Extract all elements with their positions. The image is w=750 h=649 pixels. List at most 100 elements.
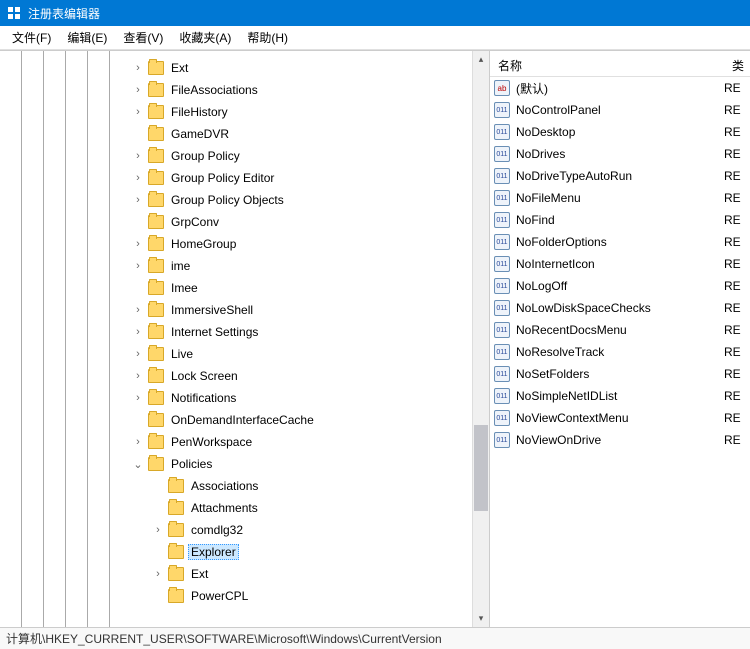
tree-label[interactable]: GrpConv <box>168 214 222 230</box>
tree-label[interactable]: Internet Settings <box>168 324 261 340</box>
tree-node[interactable]: › Lock Screen <box>110 365 489 387</box>
tree-label[interactable]: Notifications <box>168 390 239 406</box>
menu-edit[interactable]: 编辑(E) <box>59 27 115 48</box>
tree-node[interactable]: › ImmersiveShell <box>110 299 489 321</box>
tree-node[interactable]: ⌄ Policies <box>110 453 489 475</box>
folder-icon <box>168 567 184 581</box>
menu-help[interactable]: 帮助(H) <box>239 27 296 48</box>
scroll-thumb[interactable] <box>474 425 488 511</box>
chevron-right-icon[interactable]: › <box>130 238 146 250</box>
tree-label[interactable]: PowerCPL <box>188 588 251 604</box>
chevron-right-icon[interactable]: › <box>130 348 146 360</box>
tree-node[interactable]: Explorer <box>110 541 489 563</box>
menu-file[interactable]: 文件(F) <box>4 27 59 48</box>
tree-label[interactable]: Ext <box>168 60 191 76</box>
tree-node[interactable]: › Internet Settings <box>110 321 489 343</box>
tree-label[interactable]: Group Policy Editor <box>168 170 277 186</box>
tree-label[interactable]: Group Policy Objects <box>168 192 287 208</box>
tree-label[interactable]: Lock Screen <box>168 368 241 384</box>
tree-scrollbar[interactable]: ▴ ▾ <box>472 51 489 627</box>
tree-label[interactable]: Group Policy <box>168 148 243 164</box>
chevron-right-icon[interactable]: › <box>130 392 146 404</box>
tree-node[interactable]: › Live <box>110 343 489 365</box>
value-row[interactable]: 011NoSetFoldersRE <box>490 363 750 385</box>
chevron-right-icon[interactable]: › <box>130 106 146 118</box>
tree-node[interactable]: › Group Policy Objects <box>110 189 489 211</box>
value-row[interactable]: 011NoLogOffRE <box>490 275 750 297</box>
chevron-down-icon[interactable]: ⌄ <box>130 458 146 471</box>
tree-node[interactable]: › Ext <box>110 57 489 79</box>
tree-node[interactable]: › Group Policy Editor <box>110 167 489 189</box>
tree-label[interactable]: Policies <box>168 456 215 472</box>
tree-scroll-area[interactable]: › Ext › FileAssociations › FileHistory GameDVR… <box>110 51 489 627</box>
tree-label[interactable]: comdlg32 <box>188 522 246 538</box>
chevron-right-icon[interactable]: › <box>130 84 146 96</box>
tree-label[interactable]: Ext <box>188 566 211 582</box>
chevron-right-icon[interactable]: › <box>150 524 166 536</box>
tree-label[interactable]: ImmersiveShell <box>168 302 256 318</box>
chevron-right-icon[interactable]: › <box>130 304 146 316</box>
tree-node[interactable]: Imee <box>110 277 489 299</box>
tree-label[interactable]: GameDVR <box>168 126 232 142</box>
menu-view[interactable]: 查看(V) <box>115 27 171 48</box>
value-row[interactable]: 011NoDrivesRE <box>490 143 750 165</box>
tree-node[interactable]: PowerCPL <box>110 585 489 607</box>
value-name: NoDriveTypeAutoRun <box>516 169 724 183</box>
tree-label[interactable]: ime <box>168 258 193 274</box>
tree-label[interactable]: Associations <box>188 478 261 494</box>
value-row[interactable]: 011NoViewOnDriveRE <box>490 429 750 451</box>
tree-label[interactable]: Live <box>168 346 196 362</box>
value-type: RE <box>724 81 750 95</box>
tree-node[interactable]: Attachments <box>110 497 489 519</box>
chevron-right-icon[interactable]: › <box>130 172 146 184</box>
value-row[interactable]: 011NoControlPanelRE <box>490 99 750 121</box>
column-header-name[interactable]: 名称 <box>490 55 724 76</box>
value-row[interactable]: 011NoDesktopRE <box>490 121 750 143</box>
tree-node[interactable]: Associations <box>110 475 489 497</box>
column-header-type[interactable]: 类 <box>724 55 750 76</box>
chevron-right-icon[interactable]: › <box>130 194 146 206</box>
chevron-right-icon[interactable]: › <box>150 568 166 580</box>
value-row[interactable]: 011NoViewContextMenuRE <box>490 407 750 429</box>
value-row[interactable]: 011NoResolveTrackRE <box>490 341 750 363</box>
value-type: RE <box>724 389 750 403</box>
tree-node[interactable]: › Group Policy <box>110 145 489 167</box>
tree-node[interactable]: GameDVR <box>110 123 489 145</box>
tree-label[interactable]: Explorer <box>188 544 239 560</box>
chevron-right-icon[interactable]: › <box>130 150 146 162</box>
scroll-down-button[interactable]: ▾ <box>473 610 489 627</box>
tree-node[interactable]: OnDemandInterfaceCache <box>110 409 489 431</box>
tree-label[interactable]: HomeGroup <box>168 236 239 252</box>
chevron-right-icon[interactable]: › <box>130 326 146 338</box>
tree-node[interactable]: › Notifications <box>110 387 489 409</box>
value-row[interactable]: 011NoSimpleNetIDListRE <box>490 385 750 407</box>
value-row[interactable]: ab(默认)RE <box>490 77 750 99</box>
value-row[interactable]: 011NoFileMenuRE <box>490 187 750 209</box>
value-row[interactable]: 011NoFolderOptionsRE <box>490 231 750 253</box>
tree-node[interactable]: › Ext <box>110 563 489 585</box>
menu-favorites[interactable]: 收藏夹(A) <box>171 27 239 48</box>
chevron-right-icon[interactable]: › <box>130 260 146 272</box>
tree-node[interactable]: › HomeGroup <box>110 233 489 255</box>
value-row[interactable]: 011NoLowDiskSpaceChecksRE <box>490 297 750 319</box>
value-row[interactable]: 011NoInternetIconRE <box>490 253 750 275</box>
tree-node[interactable]: › ime <box>110 255 489 277</box>
tree-node[interactable]: › comdlg32 <box>110 519 489 541</box>
tree-node[interactable]: › PenWorkspace <box>110 431 489 453</box>
tree-label[interactable]: FileAssociations <box>168 82 261 98</box>
chevron-right-icon[interactable]: › <box>130 370 146 382</box>
value-row[interactable]: 011NoDriveTypeAutoRunRE <box>490 165 750 187</box>
tree-node[interactable]: GrpConv <box>110 211 489 233</box>
tree-label[interactable]: OnDemandInterfaceCache <box>168 412 317 428</box>
tree-label[interactable]: Attachments <box>188 500 261 516</box>
chevron-right-icon[interactable]: › <box>130 62 146 74</box>
tree-label[interactable]: PenWorkspace <box>168 434 255 450</box>
tree-label[interactable]: Imee <box>168 280 201 296</box>
chevron-right-icon[interactable]: › <box>130 436 146 448</box>
tree-node[interactable]: › FileAssociations <box>110 79 489 101</box>
scroll-up-button[interactable]: ▴ <box>473 51 489 68</box>
tree-label[interactable]: FileHistory <box>168 104 231 120</box>
value-row[interactable]: 011NoRecentDocsMenuRE <box>490 319 750 341</box>
value-row[interactable]: 011NoFindRE <box>490 209 750 231</box>
tree-node[interactable]: › FileHistory <box>110 101 489 123</box>
